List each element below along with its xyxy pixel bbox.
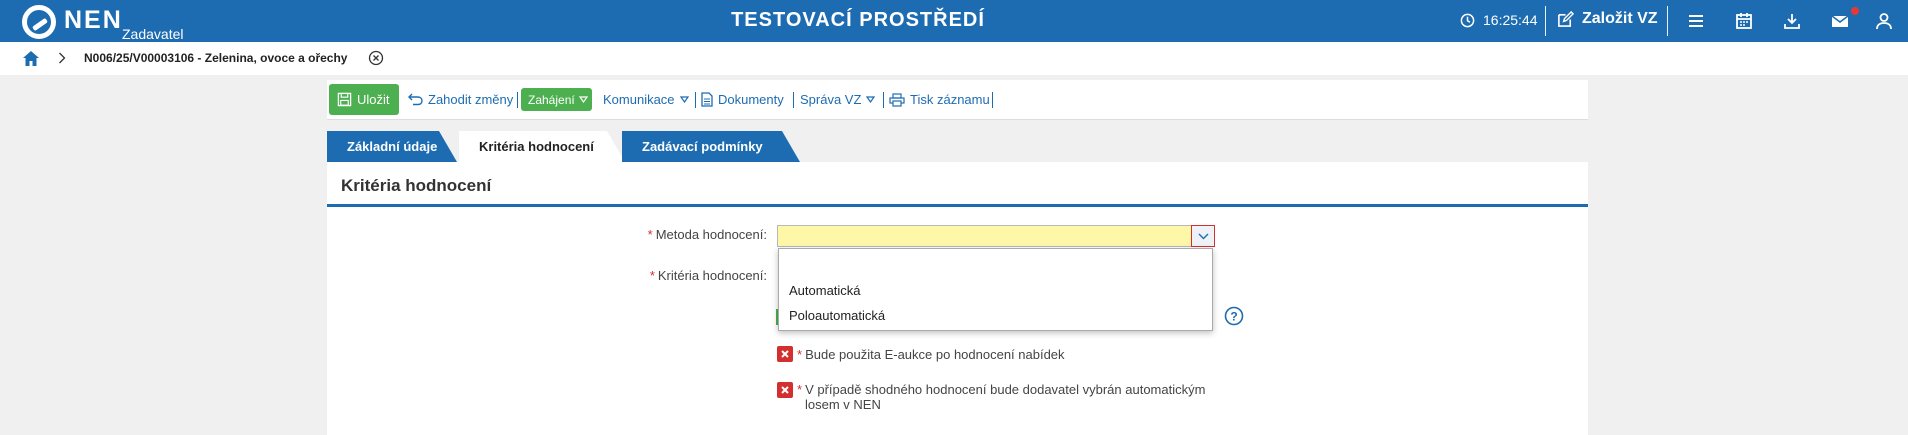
communication-menu[interactable]: Komunikace — [603, 92, 694, 107]
calendar-icon[interactable] — [1734, 11, 1754, 31]
required-marker: * — [797, 382, 803, 397]
print-record-link[interactable]: Tisk záznamu — [889, 92, 990, 107]
printer-icon — [889, 92, 905, 107]
clock-icon — [1460, 13, 1475, 27]
eauction-checkbox-label: * Bude použita E-aukce po hodnocení nabíd… — [797, 347, 1065, 362]
download-icon[interactable] — [1782, 11, 1802, 31]
evaluation-method-dropdown: Automatická Poloautomatická — [778, 248, 1213, 331]
menu-icon[interactable] — [1686, 11, 1706, 31]
start-label: Zahájení — [528, 92, 575, 107]
lottery-checkbox[interactable] — [777, 382, 793, 398]
documents-label: Dokumenty — [718, 92, 784, 107]
user-icon[interactable] — [1874, 11, 1894, 31]
eauction-checkbox[interactable] — [777, 346, 793, 362]
eauction-text: Bude použita E-aukce po hodnocení nabíde… — [805, 347, 1065, 362]
method-field-label: * Metoda hodnocení: — [560, 227, 767, 242]
save-button[interactable]: Uložit — [329, 84, 399, 115]
panel-divider — [327, 204, 1588, 207]
tab-tender-conditions[interactable]: Zadávací podmínky — [622, 131, 800, 162]
evaluation-method-select[interactable] — [777, 225, 1215, 247]
undo-icon — [408, 93, 423, 106]
toolbar-divider — [695, 92, 696, 108]
caret-down-icon — [866, 96, 876, 103]
communication-label: Komunikace — [603, 92, 675, 107]
environment-title: TESTOVACÍ PROSTŘEDÍ — [731, 9, 985, 31]
header-divider — [1667, 6, 1668, 36]
documents-link[interactable]: Dokumenty — [701, 92, 784, 107]
management-label: Správa VZ — [800, 92, 862, 107]
cross-icon — [781, 386, 789, 394]
criteria-label-text: Kritéria hodnocení: — [657, 268, 767, 283]
breadcrumb-current: N006/25/V00003106 - Zelenina, ovoce a oř… — [84, 51, 348, 65]
close-icon[interactable] — [368, 50, 384, 66]
home-icon[interactable] — [22, 50, 40, 67]
toolbar-divider — [992, 92, 993, 108]
lottery-text-line2: losem v NEN — [805, 397, 881, 412]
dropdown-option-empty[interactable] — [789, 256, 1204, 274]
required-marker: * — [647, 227, 653, 242]
criteria-field-label: * Kritéria hodnocení: — [560, 268, 767, 283]
method-label-text: Metoda hodnocení: — [655, 227, 767, 242]
toolbar-divider — [793, 92, 794, 108]
panel-title: Kritéria hodnocení — [341, 176, 492, 195]
mail-icon[interactable] — [1830, 11, 1850, 31]
edit-icon — [1558, 10, 1574, 27]
create-vz-label: Založit VZ — [1582, 10, 1658, 27]
chevron-down-icon — [1198, 233, 1208, 239]
required-marker: * — [649, 268, 655, 283]
tab-label: Základní údaje — [347, 139, 438, 154]
document-icon — [701, 92, 713, 107]
toolbar-divider — [883, 92, 884, 108]
select-toggle-button[interactable] — [1191, 225, 1215, 247]
cross-icon — [781, 350, 789, 358]
top-bar: NEN Zadavatel TESTOVACÍ PROSTŘEDÍ 16:25:… — [0, 0, 1908, 42]
discard-changes-button[interactable]: Zahodit změny — [407, 92, 513, 107]
notification-badge — [1851, 7, 1859, 15]
start-dropdown-button[interactable]: Zahájení — [521, 88, 592, 111]
required-marker: * — [797, 347, 803, 362]
management-menu[interactable]: Správa VZ — [800, 92, 880, 107]
session-clock: 16:25:44 — [1460, 12, 1538, 28]
chevron-right-icon — [59, 52, 66, 64]
caret-down-icon — [578, 96, 588, 103]
tab-evaluation-criteria[interactable]: Kritéria hodnocení — [459, 131, 625, 162]
print-label: Tisk záznamu — [910, 92, 990, 107]
tab-label: Kritéria hodnocení — [479, 139, 594, 154]
tab-basic-data[interactable]: Základní údaje — [327, 131, 457, 162]
save-icon — [337, 92, 352, 107]
svg-text:?: ? — [1230, 310, 1237, 324]
dropdown-option-semiautomatic[interactable]: Poloautomatická — [789, 308, 885, 323]
help-icon[interactable]: ? — [1224, 306, 1244, 326]
toolbar-divider — [517, 92, 518, 108]
lottery-checkbox-label: * V případě shodného hodnocení bude dodav… — [797, 382, 1205, 412]
clock-value: 16:25:44 — [1483, 12, 1538, 28]
create-vz-button[interactable]: Založit VZ — [1557, 10, 1658, 28]
discard-label: Zahodit změny — [428, 92, 514, 107]
tab-label: Zadávací podmínky — [642, 139, 763, 154]
breadcrumb: N006/25/V00003106 - Zelenina, ovoce a oř… — [0, 42, 1908, 75]
header-divider — [1545, 6, 1546, 36]
lottery-text-line1: V případě shodného hodnocení bude dodava… — [805, 382, 1206, 397]
caret-down-icon — [679, 96, 689, 103]
toolbar: Uložit Zahodit změny Zahájení Komunikace… — [327, 80, 1588, 120]
dropdown-option-automatic[interactable]: Automatická — [789, 283, 861, 298]
save-label: Uložit — [357, 92, 390, 107]
